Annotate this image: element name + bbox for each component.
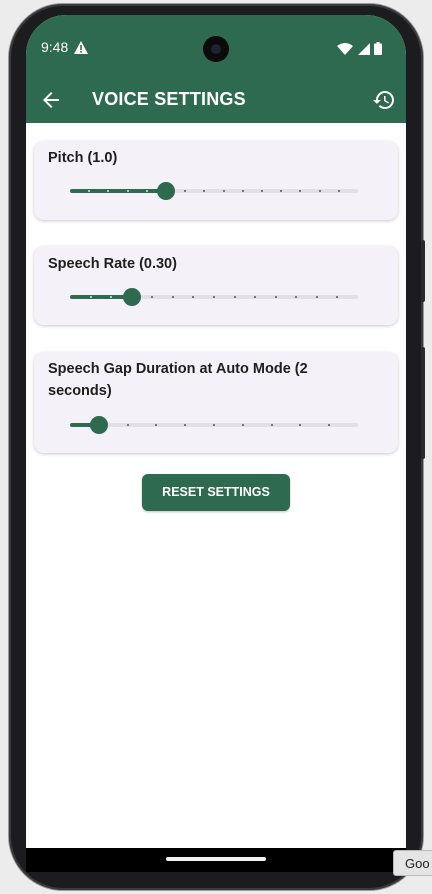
slider-tick bbox=[89, 296, 92, 298]
speech-gap-card: Speech Gap Duration at Auto Mode (2 seco… bbox=[34, 352, 398, 453]
speech-rate-card: Speech Rate (0.30) bbox=[34, 246, 398, 325]
speech-rate-label: Speech Rate (0.30) bbox=[48, 256, 177, 272]
browser-tooltip: Goo bbox=[393, 850, 432, 876]
cell-signal-icon bbox=[357, 43, 370, 55]
status-icons bbox=[337, 42, 382, 60]
slider-tick bbox=[241, 424, 244, 426]
pitch-label: Pitch (1.0) bbox=[48, 150, 118, 166]
warning-icon bbox=[74, 41, 88, 54]
slider-tick bbox=[270, 424, 273, 426]
slider-thumb[interactable] bbox=[122, 288, 141, 306]
slider-tick bbox=[337, 190, 340, 192]
status-time: 9:48 bbox=[41, 39, 69, 55]
slider-tick bbox=[213, 296, 215, 298]
slider-active-track bbox=[70, 189, 166, 193]
slider-tick bbox=[318, 190, 321, 192]
app-bar: VOICE SETTINGS bbox=[26, 77, 406, 123]
slider-tick bbox=[315, 296, 318, 298]
slider-tick bbox=[261, 190, 263, 192]
battery-icon bbox=[374, 42, 382, 55]
speech-gap-label: Speech Gap Duration at Auto Mode (2 seco… bbox=[48, 361, 308, 399]
navigation-bar bbox=[26, 848, 406, 872]
slider-tick bbox=[126, 190, 129, 192]
slider-tick bbox=[213, 424, 215, 426]
slider-tick bbox=[126, 424, 129, 426]
speech-rate-slider[interactable] bbox=[70, 285, 358, 309]
speech-gap-slider[interactable] bbox=[70, 413, 358, 437]
app-screen: 9:48 VOICE SETTINGS Pitch (1.0) Speech R… bbox=[26, 15, 406, 868]
slider-thumb[interactable] bbox=[89, 416, 108, 434]
pitch-slider[interactable] bbox=[70, 179, 358, 203]
page-title: VOICE SETTINGS bbox=[92, 89, 246, 109]
volume-button bbox=[421, 240, 425, 302]
reset-settings-button[interactable]: RESET SETTINGS bbox=[142, 474, 290, 511]
home-indicator[interactable] bbox=[166, 857, 266, 861]
slider-tick bbox=[274, 296, 277, 298]
slider-tick bbox=[233, 296, 236, 298]
power-button bbox=[421, 347, 425, 459]
slider-thumb[interactable] bbox=[157, 182, 175, 200]
status-bar: 9:48 bbox=[26, 15, 406, 77]
wifi-icon bbox=[337, 43, 354, 55]
slider-tick bbox=[171, 296, 174, 298]
slider-tick bbox=[145, 190, 148, 192]
front-camera bbox=[203, 36, 229, 62]
back-arrow-icon[interactable] bbox=[39, 88, 63, 112]
slider-tick bbox=[222, 190, 225, 192]
history-icon[interactable] bbox=[372, 88, 396, 112]
slider-tick bbox=[241, 190, 244, 192]
pitch-card: Pitch (1.0) bbox=[34, 141, 398, 220]
